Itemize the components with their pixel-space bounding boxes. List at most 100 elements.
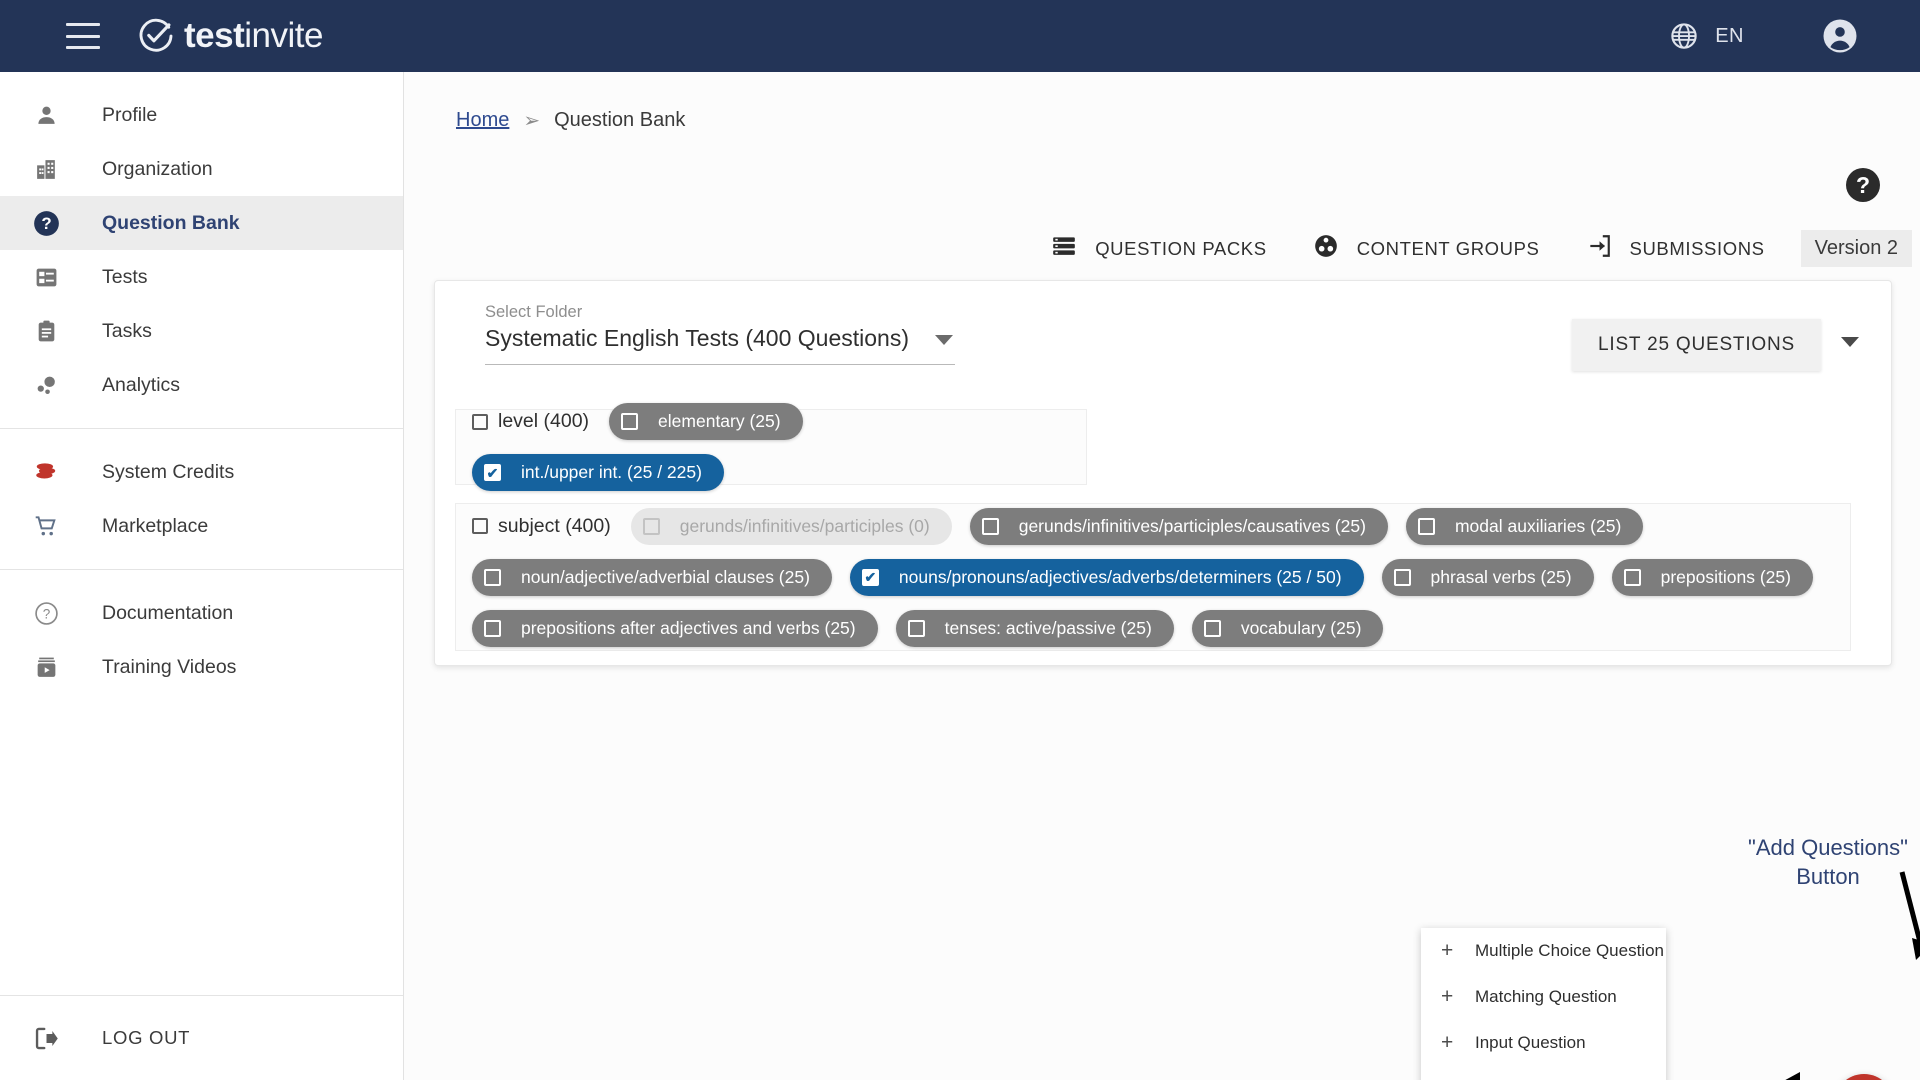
list-questions-button[interactable]: LIST 25 QUESTIONS	[1572, 319, 1821, 371]
sidebar-logout-section: LOG OUT	[0, 995, 403, 1080]
chip-gerunds-infinitives-participles: gerunds/infinitives/participles (0)	[630, 507, 952, 545]
person-icon	[22, 103, 70, 128]
sidebar-item-label: System Credits	[102, 460, 235, 483]
sidebar-group-main: Profile Organization ? Question Bank Tes…	[0, 72, 403, 428]
select-folder-dropdown[interactable]: Systematic English Tests (400 Questions)	[485, 325, 955, 365]
chip-label: tenses: active/passive (25)	[944, 617, 1152, 638]
chip-phrasal-verbs[interactable]: phrasal verbs (25)	[1381, 558, 1594, 596]
bubble-chart-icon	[22, 373, 70, 398]
sidebar-group-help: ? Documentation Training Videos	[0, 570, 403, 710]
logout-button[interactable]: LOG OUT	[0, 996, 403, 1080]
sidebar-item-question-bank[interactable]: ? Question Bank	[0, 196, 403, 250]
sidebar-item-label: Question Bank	[102, 211, 240, 234]
checkbox-icon	[484, 619, 501, 637]
subject-filter-group: subject (400) gerunds/infinitives/partic…	[455, 503, 1851, 651]
language-label[interactable]: EN	[1715, 25, 1744, 48]
annotation-arrows	[1785, 871, 1920, 1080]
sidebar-item-system-credits[interactable]: System Credits	[0, 445, 403, 499]
account-circle-icon[interactable]	[1822, 18, 1858, 54]
checkbox-icon[interactable]	[472, 413, 488, 430]
top-app-bar: testinvite EN	[0, 0, 1920, 72]
arrow-right-icon: ➢	[523, 110, 541, 132]
logout-label: LOG OUT	[102, 1027, 191, 1048]
plus-icon: +	[1441, 1031, 1454, 1054]
submission-arrow-icon	[1586, 233, 1612, 264]
chip-nouns-pronouns-determiners[interactable]: nouns/pronouns/adjectives/adverbs/determ…	[849, 558, 1364, 596]
checkbox-icon	[1203, 619, 1221, 637]
sidebar-item-profile[interactable]: Profile	[0, 88, 403, 142]
chip-elementary[interactable]: elementary (25)	[609, 403, 803, 440]
hamburger-menu-icon[interactable]	[66, 23, 100, 49]
chip-label: vocabulary (25)	[1240, 617, 1362, 638]
menu-item-input-question[interactable]: + Input Question	[1421, 1020, 1666, 1066]
brand-logo[interactable]: testinvite	[138, 16, 323, 56]
content-groups-button[interactable]: CONTENT GROUPS	[1313, 233, 1540, 264]
chip-int-upper-int[interactable]: int./upper int. (25 / 225)	[472, 454, 724, 491]
chip-label: nouns/pronouns/adjectives/adverbs/determ…	[898, 566, 1342, 587]
sidebar-item-tasks[interactable]: Tasks	[0, 304, 403, 358]
menu-item-import-questions[interactable]: ↑↓ Import Questions	[1421, 1066, 1666, 1080]
level-filter-header[interactable]: level (400)	[472, 410, 589, 433]
breadcrumb-current: Question Bank	[554, 109, 686, 131]
svg-text:?: ?	[42, 606, 50, 621]
checkbox-icon	[981, 517, 999, 535]
brand-text: testinvite	[184, 16, 323, 56]
chip-prepositions-after-adjectives-verbs[interactable]: prepositions after adjectives and verbs …	[472, 609, 878, 647]
video-library-icon	[22, 655, 70, 680]
topbar-right-group: EN	[1669, 18, 1920, 54]
question-packs-button[interactable]: QUESTION PACKS	[1051, 233, 1267, 264]
sidebar-item-label: Organization	[102, 157, 213, 180]
chevron-down-icon[interactable]	[935, 335, 953, 345]
annotation-line2: Button	[1796, 863, 1860, 889]
checkbox-icon	[1417, 517, 1435, 535]
chevron-down-icon[interactable]	[1841, 337, 1859, 347]
sidebar-item-label: Documentation	[102, 601, 234, 624]
globe-icon[interactable]	[1669, 21, 1699, 51]
breadcrumb-home-link[interactable]: Home	[456, 109, 509, 132]
sidebar-item-documentation[interactable]: ? Documentation	[0, 586, 403, 640]
submissions-label: SUBMISSIONS	[1629, 237, 1765, 259]
sidebar-item-training-videos[interactable]: Training Videos	[0, 640, 403, 694]
chip-noun-adjective-adverbial-clauses[interactable]: noun/adjective/adverbial clauses (25)	[472, 558, 832, 596]
submissions-button[interactable]: SUBMISSIONS	[1586, 233, 1765, 264]
checkbox-checked-icon	[861, 568, 879, 586]
chip-gerunds-causatives[interactable]: gerunds/infinitives/participles/causativ…	[969, 507, 1388, 545]
chip-prepositions[interactable]: prepositions (25)	[1611, 558, 1813, 596]
logout-icon	[22, 1025, 70, 1052]
version-badge[interactable]: Version 2	[1800, 230, 1912, 267]
building-icon	[22, 157, 70, 182]
chip-modal-auxiliaries[interactable]: modal auxiliaries (25)	[1405, 507, 1644, 545]
checkbox-icon	[642, 517, 660, 535]
app-root: testinvite EN Profile Organization ? Que…	[0, 0, 1920, 1080]
sidebar-item-analytics[interactable]: Analytics	[0, 358, 403, 412]
subject-filter-row: subject (400) gerunds/infinitives/partic…	[456, 504, 1850, 650]
sidebar-item-tests[interactable]: Tests	[0, 250, 403, 304]
sidebar-item-label: Training Videos	[102, 655, 237, 678]
main-content: Home ➢ Question Bank ? QUESTION PACKS CO…	[404, 72, 1920, 1080]
brand-name-bold: test	[184, 16, 245, 55]
chip-label: noun/adjective/adverbial clauses (25)	[521, 566, 810, 587]
content-toolbar: QUESTION PACKS CONTENT GROUPS SUBMISSION…	[1005, 230, 1912, 267]
breadcrumb: Home ➢ Question Bank	[456, 108, 685, 133]
checkbox-checked-icon	[484, 464, 501, 481]
sidebar-group-billing: System Credits Marketplace	[0, 429, 403, 569]
sidebar-item-marketplace[interactable]: Marketplace	[0, 499, 403, 553]
chip-tenses-active-passive[interactable]: tenses: active/passive (25)	[895, 609, 1174, 647]
subject-filter-header[interactable]: subject (400)	[472, 515, 611, 538]
chip-label: prepositions (25)	[1660, 566, 1791, 587]
sidebar-item-label: Tasks	[102, 319, 152, 342]
checkbox-icon	[621, 413, 639, 430]
menu-item-label: Input Question	[1475, 1033, 1586, 1052]
add-questions-fab[interactable]: +	[1834, 1074, 1894, 1080]
chip-label: prepositions after adjectives and verbs …	[521, 617, 856, 638]
chip-label: int./upper int. (25 / 225)	[521, 462, 702, 482]
annotation-line1: "Add Questions"	[1748, 835, 1908, 860]
chip-label: phrasal verbs (25)	[1430, 566, 1572, 587]
menu-item-matching-question[interactable]: + Matching Question	[1421, 974, 1666, 1020]
menu-item-multiple-choice-question[interactable]: + Multiple Choice Question	[1421, 928, 1666, 974]
sidebar-item-label: Marketplace	[102, 514, 209, 537]
chip-vocabulary[interactable]: vocabulary (25)	[1191, 609, 1384, 647]
help-icon[interactable]: ?	[1846, 168, 1880, 202]
sidebar-item-organization[interactable]: Organization	[0, 142, 403, 196]
checkbox-icon[interactable]	[472, 518, 488, 534]
